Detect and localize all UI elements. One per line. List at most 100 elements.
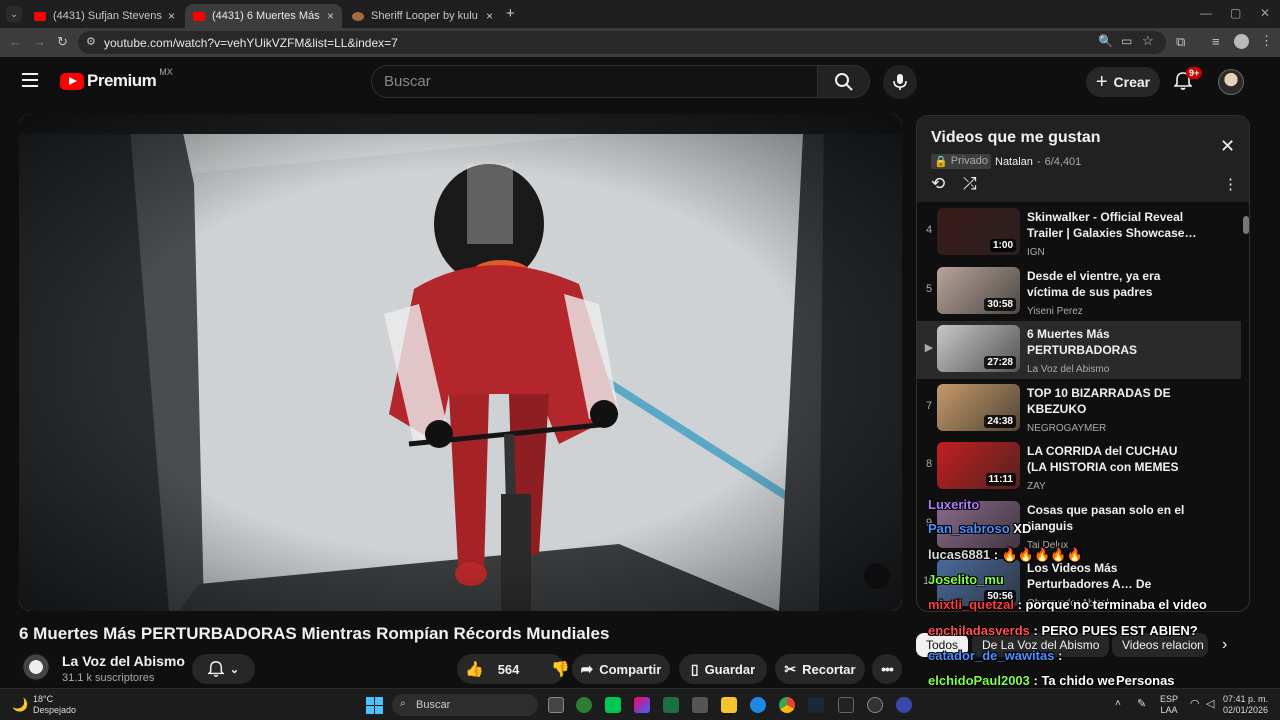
reload-icon[interactable]: ↻ bbox=[57, 34, 68, 50]
subscribed-bell-button[interactable]: ⌄ bbox=[192, 654, 255, 684]
reading-list-icon[interactable]: ≡ bbox=[1212, 34, 1220, 49]
taskbar-search[interactable]: ⌕ Buscar bbox=[392, 694, 538, 716]
show-hidden-icons-icon[interactable]: ˄ bbox=[1115, 698, 1121, 709]
loop-icon[interactable]: ⟲ bbox=[931, 174, 945, 194]
playlist-item-index: ▶ bbox=[924, 342, 934, 354]
chat-text: : 🔥🔥🔥🔥🔥 bbox=[990, 547, 1083, 562]
create-button[interactable]: + Crear bbox=[1086, 67, 1160, 97]
playlist-item-thumbnail[interactable]: 27:28 bbox=[937, 325, 1020, 372]
back-icon[interactable]: ← bbox=[9, 34, 22, 49]
chrome-icon[interactable] bbox=[779, 697, 795, 713]
pen-icon[interactable]: ✎ bbox=[1137, 697, 1146, 710]
minimize-icon[interactable]: — bbox=[1200, 6, 1212, 20]
close-icon[interactable]: ✕ bbox=[1220, 136, 1235, 157]
region-code: MX bbox=[159, 67, 173, 77]
copilot-icon[interactable] bbox=[634, 697, 650, 713]
dislike-icon[interactable]: 👎 bbox=[551, 660, 570, 678]
tab-sufjan[interactable]: (4431) Sufjan Stevens - Visions × bbox=[26, 4, 183, 28]
plus-icon: + bbox=[1095, 71, 1108, 93]
playlist-item[interactable]: ▶ 27:28 6 Muertes Más PERTURBADORAS Mientr… bbox=[917, 321, 1241, 379]
app-icon[interactable] bbox=[896, 697, 912, 713]
playlist-item[interactable]: 8 11:11 LA CORRIDA del CUCHAU (LA HISTORIA… bbox=[917, 438, 1241, 496]
playlist-item[interactable]: 7 24:38 TOP 10 BIZARRADAS DE KBEZUKO NEGROG… bbox=[917, 380, 1241, 438]
new-tab-icon[interactable]: + bbox=[506, 5, 515, 22]
channel-name[interactable]: La Voz del Abismo bbox=[62, 653, 185, 669]
temperature: 18°C bbox=[33, 694, 54, 704]
playlist-item-thumbnail[interactable]: 24:38 bbox=[937, 383, 1020, 431]
more-actions-button[interactable]: ••• bbox=[872, 654, 902, 684]
weather-widget[interactable]: 18°C Despejado bbox=[33, 694, 76, 716]
forward-icon[interactable]: → bbox=[33, 34, 46, 49]
playlist-item-title[interactable]: Desde el vientre, ya era víctima de sus … bbox=[1027, 268, 1197, 300]
video-player[interactable] bbox=[19, 114, 902, 611]
site-info-icon[interactable]: ⚙ bbox=[86, 35, 96, 48]
edge-icon[interactable] bbox=[750, 697, 766, 713]
close-tab-icon[interactable]: × bbox=[486, 9, 493, 23]
search-box[interactable] bbox=[371, 65, 818, 98]
tab-sheriff-looper[interactable]: Sheriff Looper by kulu × bbox=[344, 4, 501, 28]
window-close-icon[interactable]: ✕ bbox=[1260, 6, 1270, 20]
file-explorer-icon[interactable] bbox=[721, 697, 737, 713]
cast-icon[interactable]: ▭ bbox=[1121, 34, 1132, 48]
playlist-item-thumbnail[interactable]: 30:58 bbox=[937, 266, 1020, 314]
browser-tab-strip: ⌄ (4431) Sufjan Stevens - Visions × (443… bbox=[0, 0, 1280, 28]
save-button[interactable]: ▯ Guardar bbox=[679, 654, 767, 684]
youtube-premium-logo[interactable]: Premium MX bbox=[60, 67, 173, 91]
tab-search-button[interactable]: ⌄ bbox=[6, 6, 22, 22]
playlist-item-title[interactable]: Skinwalker - Official Reveal Trailer | G… bbox=[1027, 209, 1197, 241]
browser-menu-icon[interactable]: ⋮ bbox=[1260, 33, 1273, 49]
steam-icon[interactable] bbox=[808, 697, 824, 713]
moon-weather-icon: 🌙 bbox=[12, 697, 29, 712]
close-tab-icon[interactable]: × bbox=[168, 9, 175, 23]
chevron-right-icon[interactable]: › bbox=[1222, 636, 1227, 654]
playlist-item-thumbnail[interactable]: 11:11 bbox=[937, 442, 1020, 489]
playlist-item-title[interactable]: Cosas que pasan solo en el tianguis bbox=[1027, 502, 1197, 534]
app-icon[interactable] bbox=[838, 697, 854, 713]
search-button[interactable] bbox=[817, 65, 870, 98]
excel-icon[interactable] bbox=[663, 697, 679, 713]
zoom-icon[interactable]: 🔍 bbox=[1098, 34, 1113, 48]
voice-search-button[interactable] bbox=[883, 65, 917, 99]
channel-avatar[interactable] bbox=[20, 651, 52, 683]
playlist-item-title[interactable]: Los Videos Más Perturbadores A… De Desas… bbox=[1027, 560, 1197, 593]
language-indicator[interactable]: ESP LAA bbox=[1160, 694, 1178, 716]
profile-icon[interactable] bbox=[1234, 34, 1249, 49]
separator: - bbox=[1036, 155, 1041, 168]
store-icon[interactable] bbox=[692, 697, 708, 713]
playlist-owner[interactable]: Natalan bbox=[995, 156, 1033, 168]
tab-muertes[interactable]: (4431) 6 Muertes Más PERTURB × bbox=[185, 4, 342, 28]
account-avatar[interactable] bbox=[1218, 69, 1244, 95]
playlist-item[interactable]: 4 1:00 Skinwalker - Official Reveal Traile… bbox=[917, 204, 1241, 262]
hamburger-menu-icon[interactable] bbox=[22, 73, 38, 87]
address-bar[interactable]: ⚙ youtube.com/watch?v=vehYUikVZFM&list=L… bbox=[78, 31, 1166, 54]
wifi-icon[interactable]: ◠ bbox=[1190, 697, 1200, 710]
notifications-button[interactable]: 9+ bbox=[1173, 67, 1203, 91]
windows-start-icon[interactable] bbox=[366, 697, 383, 714]
app-icon[interactable] bbox=[867, 697, 883, 713]
playlist-item-title[interactable]: TOP 10 BIZARRADAS DE KBEZUKO bbox=[1027, 385, 1197, 417]
task-view-icon[interactable] bbox=[548, 697, 564, 713]
like-icon[interactable]: 👍 bbox=[465, 660, 484, 678]
maximize-icon[interactable]: ▢ bbox=[1230, 6, 1241, 20]
clip-button[interactable]: ✂ Recortar bbox=[775, 654, 865, 684]
clock[interactable]: 07:41 p. m. 02/01/2026 bbox=[1222, 694, 1268, 716]
playlist-item-title[interactable]: 6 Muertes Más PERTURBADORAS Mientras… bbox=[1027, 326, 1197, 359]
shuffle-icon[interactable]: ⤮ bbox=[963, 174, 977, 194]
share-button[interactable]: ➦ Compartir bbox=[572, 654, 670, 684]
playlist-scrollbar[interactable] bbox=[1243, 216, 1249, 234]
more-vertical-icon[interactable]: ⋮ bbox=[1223, 175, 1238, 193]
chevron-down-icon: ⌄ bbox=[229, 663, 240, 676]
chat-username: lucas6881 bbox=[928, 547, 991, 562]
playlist-item-title[interactable]: LA CORRIDA del CUCHAU (LA HISTORIA con M… bbox=[1027, 443, 1197, 476]
playlist-item-thumbnail[interactable]: 1:00 bbox=[937, 208, 1020, 255]
bookmark-star-icon[interactable]: ☆ bbox=[1142, 33, 1154, 49]
playlist-title[interactable]: Videos que me gustan bbox=[931, 129, 1101, 147]
volume-icon[interactable]: ◁ bbox=[1206, 697, 1214, 710]
extensions-icon[interactable]: ⧉ bbox=[1176, 34, 1185, 50]
app-icon[interactable] bbox=[576, 697, 592, 713]
close-tab-icon[interactable]: × bbox=[327, 9, 334, 23]
search-input[interactable] bbox=[384, 73, 784, 90]
playlist-item[interactable]: 5 30:58 Desde el vientre, ya era víctima d… bbox=[917, 263, 1241, 321]
like-count[interactable]: 564 bbox=[498, 662, 520, 677]
app-icon[interactable] bbox=[605, 697, 621, 713]
